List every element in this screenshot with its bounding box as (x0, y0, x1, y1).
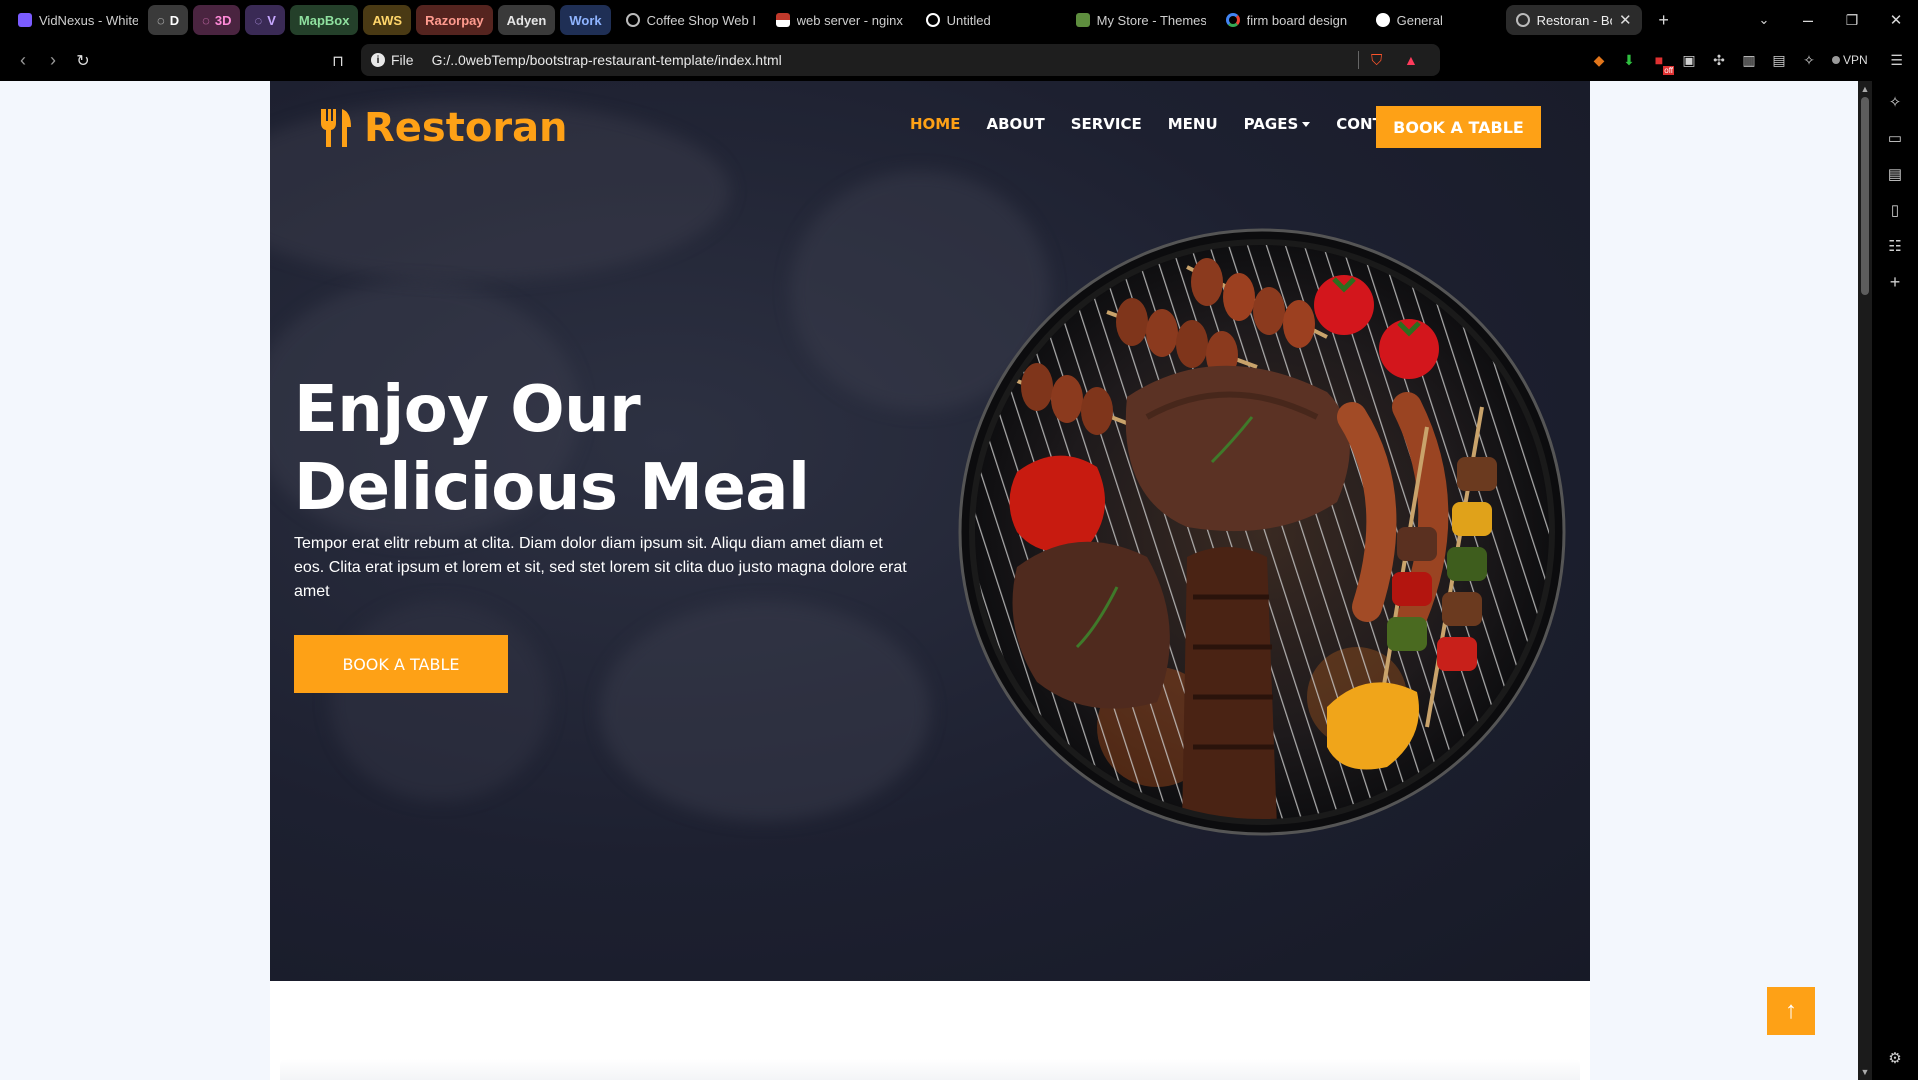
vpn-button[interactable]: VPN (1832, 53, 1868, 67)
history-sidebar-icon[interactable]: ☷ (1884, 235, 1906, 257)
puzzle-extensions-icon[interactable]: ✣ (1708, 49, 1730, 71)
tab-restoran-active[interactable]: Restoran - Boo ✕ (1505, 5, 1642, 35)
shopify-icon (1075, 13, 1090, 27)
scrollbar-thumb[interactable] (1861, 97, 1869, 295)
bg-steak-shape (330, 601, 550, 801)
tab-group-work[interactable]: Work (560, 5, 611, 35)
reload-icon[interactable]: ↻ (68, 46, 98, 76)
browser-tab-bar: VidNexus - Whiteb ◌ D ◌ 3D ◌ V MapBox AWS R… (0, 0, 1918, 40)
add-sidebar-icon[interactable]: + (1884, 271, 1906, 293)
nav-home[interactable]: HOME (910, 115, 960, 133)
hero-title: Enjoy Our Delicious Meal (294, 373, 810, 525)
scroll-up-arrow-icon[interactable]: ▲ (1858, 84, 1872, 94)
minimize-icon[interactable]: – (1786, 0, 1830, 40)
hero-section: Restoran HOME ABOUT SERVICE MENU PAGES C… (270, 81, 1590, 981)
nav-about[interactable]: ABOUT (986, 115, 1044, 133)
metamask-icon[interactable]: ◆ (1588, 49, 1610, 71)
nav-menu[interactable]: MENU (1168, 115, 1218, 133)
back-icon[interactable]: ‹ (8, 46, 38, 76)
url-separator (1358, 51, 1359, 69)
globe-icon (1515, 13, 1530, 27)
brave-shield-icon[interactable]: ⛉ (1371, 52, 1382, 69)
tab-group-razorpay[interactable]: Razorpay (416, 5, 493, 35)
close-tab-icon[interactable]: ✕ (1619, 11, 1632, 29)
reader-ext-icon[interactable]: ▣ (1678, 49, 1700, 71)
page-scrollbar[interactable]: ▲ ▼ (1858, 81, 1872, 1080)
group-ring-icon: ◌ (202, 12, 210, 28)
book-table-nav-button[interactable]: BOOK A TABLE (1376, 106, 1541, 148)
url-scheme: File (391, 52, 414, 68)
bookmark-icon[interactable]: ⊓ (323, 46, 353, 76)
tab-group-3d[interactable]: ◌ 3D (193, 5, 241, 35)
grill-hero-image (958, 228, 1566, 836)
tab-search-chevron-icon[interactable]: ⌄ (1742, 0, 1786, 40)
sidebar-settings-icon[interactable]: ⚙ (1884, 1047, 1906, 1069)
browser-toolbar: ‹ › ↻ ⊓ i File G:/..0webTemp/bootstrap-r… (0, 40, 1918, 81)
brave-rewards-icon[interactable]: ▲ (1404, 52, 1418, 68)
browser-sidebar: ✧ ▭ ▤ ▯ ☷ + ⚙ (1872, 81, 1918, 1080)
group-ring-icon: ◌ (254, 12, 263, 28)
back-to-top-button[interactable]: ↑ (1767, 987, 1815, 1035)
scroll-down-arrow-icon[interactable]: ▼ (1858, 1067, 1872, 1077)
close-window-icon[interactable]: ✕ (1874, 0, 1918, 40)
url-text[interactable]: G:/..0webTemp/bootstrap-restaurant-templ… (432, 52, 782, 68)
main-nav: HOME ABOUT SERVICE MENU PAGES CONTACT (910, 115, 1415, 133)
tab-group-aws[interactable]: AWS (363, 5, 412, 35)
tab-web-server[interactable]: web server - nginx (766, 5, 916, 35)
download-icon[interactable]: ⬇ (1618, 49, 1640, 71)
tab-general[interactable]: General (1366, 5, 1502, 35)
page-viewport: Restoran HOME ABOUT SERVICE MENU PAGES C… (0, 81, 1858, 1080)
bg-steak-shape (600, 601, 930, 821)
globe-icon (625, 13, 640, 27)
sidebar-toggle-icon[interactable]: ▥ (1738, 49, 1760, 71)
caret-down-icon (1302, 122, 1311, 127)
group-ring-icon: ◌ (157, 12, 165, 28)
restaurant-site: Restoran HOME ABOUT SERVICE MENU PAGES C… (270, 81, 1590, 1080)
tab-group-d[interactable]: ◌ D (148, 5, 189, 35)
restore-icon[interactable]: ❐ (1830, 0, 1874, 40)
hero-paragraph: Tempor erat elitr rebum at clita. Diam d… (294, 535, 907, 600)
address-bar[interactable]: i File G:/..0webTemp/bootstrap-restauran… (361, 44, 1440, 76)
arrow-up-icon: ↑ (1785, 997, 1797, 1024)
utensils-icon (321, 109, 351, 147)
forward-icon[interactable]: › (38, 46, 68, 76)
nav-pages-dropdown[interactable]: PAGES (1244, 115, 1311, 133)
tab-coffee-shop[interactable]: Coffee Shop Web I (616, 5, 766, 35)
book-table-hero-button[interactable]: BOOK A TABLE (294, 635, 508, 693)
hamburger-menu-icon[interactable]: ☰ (1886, 49, 1908, 71)
brand-name: Restoran (364, 105, 568, 151)
flag-icon (775, 13, 790, 27)
new-tab-icon[interactable]: + (1642, 0, 1686, 40)
tab-group-v[interactable]: ◌ V (245, 5, 285, 35)
next-section (270, 981, 1590, 1080)
wallet-sidebar-icon[interactable]: ▤ (1884, 163, 1906, 185)
vidnexus-favicon-icon (18, 13, 32, 27)
openai-icon (925, 13, 940, 27)
tab-untitled[interactable]: Untitled (916, 5, 1066, 35)
bookmarks-sidebar-icon[interactable]: ▯ (1884, 199, 1906, 221)
extension-badge-icon[interactable]: ■ off (1648, 49, 1674, 75)
card-shadow (280, 1059, 1580, 1080)
tab-group-adyen[interactable]: Adyen (497, 5, 556, 35)
tab-my-store[interactable]: My Store - Themes (1066, 5, 1216, 35)
site-info-icon[interactable]: i (371, 53, 385, 67)
reading-list-icon[interactable]: ▭ (1884, 127, 1906, 149)
github-icon (1375, 13, 1390, 27)
wallet-icon[interactable]: ▤ (1768, 49, 1790, 71)
google-icon (1225, 13, 1240, 27)
brand-logo[interactable]: Restoran (318, 105, 568, 151)
vpn-dot-icon (1832, 56, 1840, 64)
tab-group-mapbox[interactable]: MapBox (289, 5, 359, 35)
tab-firm-board[interactable]: firm board design (1216, 5, 1366, 35)
leo-ai-icon[interactable]: ✧ (1798, 49, 1820, 71)
nav-service[interactable]: SERVICE (1071, 115, 1142, 133)
leo-sidebar-icon[interactable]: ✧ (1884, 91, 1906, 113)
tab-vidnexus[interactable]: VidNexus - Whiteb (8, 5, 148, 35)
